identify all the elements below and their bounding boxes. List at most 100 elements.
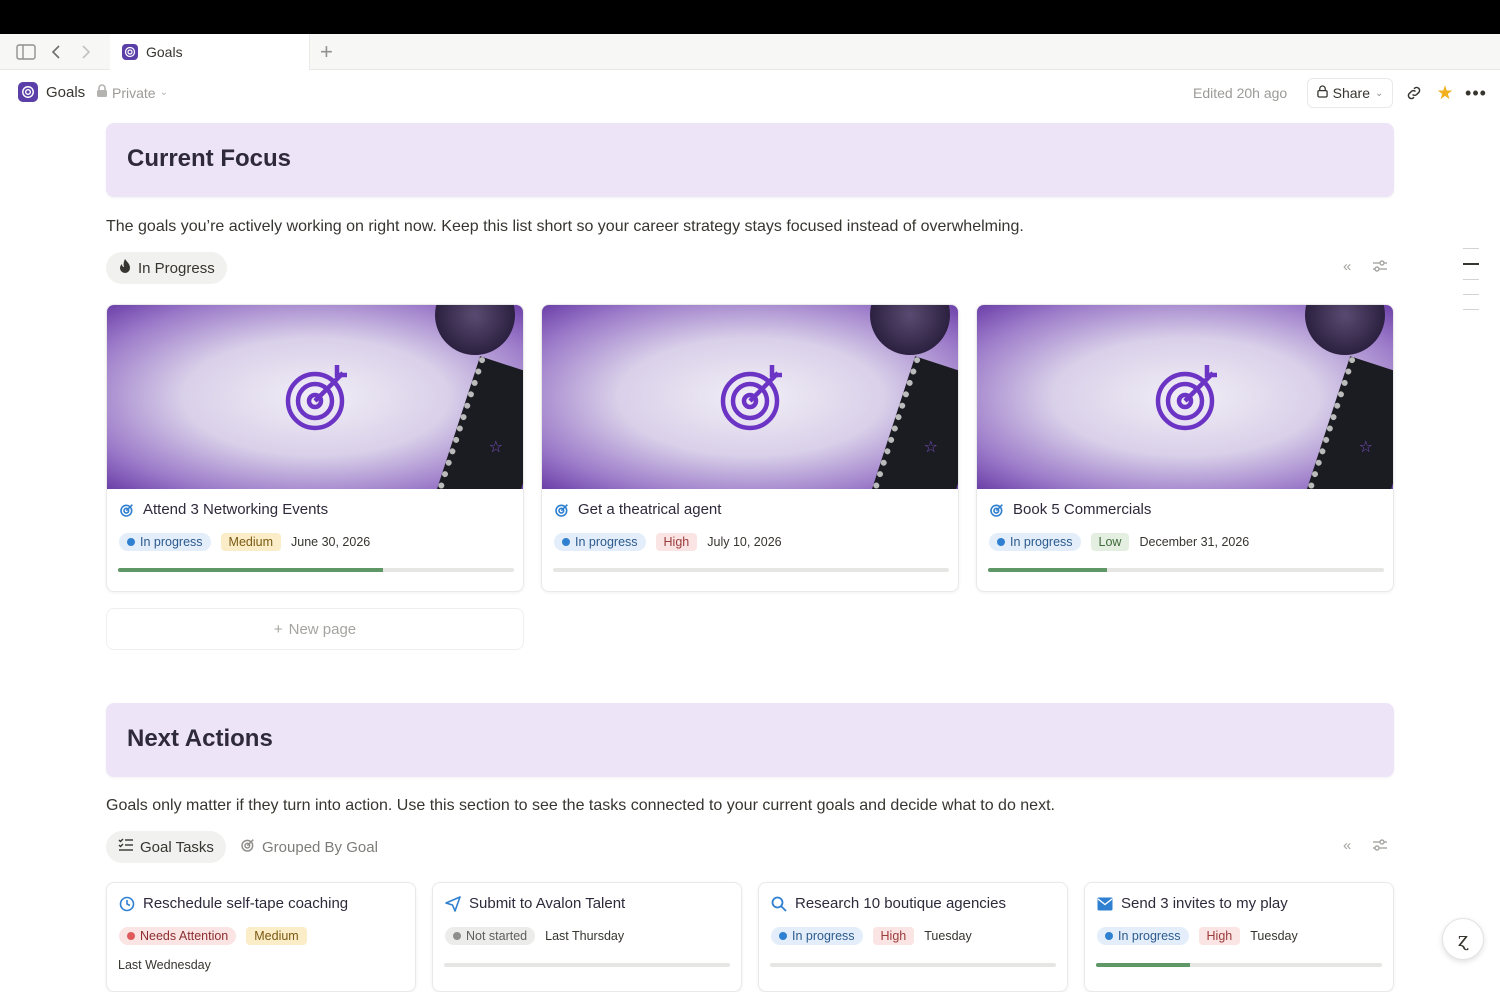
priority-badge: Medium bbox=[246, 927, 307, 945]
goals-app-icon bbox=[122, 44, 138, 60]
new-tab-button[interactable]: + bbox=[320, 41, 333, 63]
goal-title-text: Get a theatrical agent bbox=[578, 501, 722, 518]
view-tab-label: Goal Tasks bbox=[140, 838, 214, 856]
current-focus-banner: Current Focus bbox=[106, 123, 1394, 197]
status-badge: In progress bbox=[554, 533, 646, 551]
target-icon bbox=[285, 365, 347, 431]
priority-badge: High bbox=[872, 927, 915, 945]
goal-card[interactable]: ☆ Book 5 Commercials In progress Low Dec… bbox=[976, 304, 1394, 592]
target-icon bbox=[120, 503, 133, 517]
tab-title: Goals bbox=[146, 44, 183, 60]
forward-icon[interactable] bbox=[76, 42, 96, 62]
visibility-dropdown[interactable]: Private ⌄ bbox=[96, 84, 168, 101]
assistant-icon: ɀ bbox=[1457, 927, 1469, 951]
tab-strip: Goals + bbox=[0, 34, 1500, 70]
page-header: Goals Private ⌄ Edited 20h ago Share ⌄ ★… bbox=[0, 70, 1500, 116]
due-date: Tuesday bbox=[1250, 929, 1298, 943]
target-icon bbox=[555, 503, 568, 517]
next-actions-heading: Next Actions bbox=[127, 725, 273, 752]
goal-properties: In progress Medium June 30, 2026 bbox=[119, 533, 370, 551]
priority-badge: High bbox=[655, 533, 698, 551]
status-badge: In progress bbox=[119, 533, 211, 551]
favorite-star-icon[interactable]: ★ bbox=[1434, 82, 1456, 104]
task-properties: Not started Last Thursday bbox=[445, 927, 624, 945]
os-top-bar bbox=[0, 0, 1500, 34]
due-date: Last Wednesday bbox=[118, 958, 211, 972]
due-date: December 31, 2026 bbox=[1139, 535, 1250, 549]
checklist-icon bbox=[118, 838, 134, 856]
next-actions-banner: Next Actions bbox=[106, 703, 1394, 777]
task-properties: In progress High Tuesday bbox=[1097, 927, 1298, 945]
due-date: June 30, 2026 bbox=[291, 535, 371, 549]
tab-goals[interactable]: Goals bbox=[110, 34, 310, 70]
filter-settings-icon[interactable] bbox=[1372, 259, 1388, 277]
task-title: Submit to Avalon Talent bbox=[445, 895, 625, 912]
view-tab-in-progress[interactable]: In Progress bbox=[106, 252, 227, 284]
target-icon bbox=[1155, 365, 1217, 431]
send-icon bbox=[445, 895, 461, 912]
more-options-icon[interactable]: ••• bbox=[1465, 82, 1487, 104]
new-page-label: New page bbox=[288, 620, 357, 638]
goal-properties: In progress High July 10, 2026 bbox=[554, 533, 782, 551]
goal-title: Book 5 Commercials bbox=[989, 501, 1151, 518]
target-icon bbox=[240, 837, 256, 857]
progress-bar bbox=[118, 568, 514, 572]
goal-cover-image: ☆ bbox=[977, 305, 1393, 489]
goal-title-text: Book 5 Commercials bbox=[1013, 501, 1152, 518]
task-properties: In progress High Tuesday bbox=[771, 927, 972, 945]
due-date: Tuesday bbox=[924, 929, 972, 943]
page-outline-navigator[interactable] bbox=[1463, 248, 1479, 324]
current-focus-description: The goals you’re actively working on rig… bbox=[106, 218, 1024, 235]
lock-icon bbox=[1316, 85, 1328, 101]
progress-bar bbox=[988, 568, 1384, 572]
view-tab-goal-tasks[interactable]: Goal Tasks bbox=[106, 831, 226, 863]
collapse-icon[interactable]: « bbox=[1343, 837, 1351, 854]
task-title-text: Research 10 boutique agencies bbox=[795, 895, 1006, 912]
goals-target-icon bbox=[18, 82, 38, 102]
magnifier-icon bbox=[771, 896, 787, 912]
chevron-down-icon: ⌄ bbox=[159, 87, 168, 98]
goal-card[interactable]: ☆ Attend 3 Networking Events In progress… bbox=[106, 304, 524, 592]
back-icon[interactable] bbox=[46, 42, 66, 62]
status-badge: In progress bbox=[771, 927, 863, 945]
mail-icon bbox=[1097, 897, 1113, 910]
task-title-text: Submit to Avalon Talent bbox=[469, 895, 626, 912]
target-icon bbox=[720, 365, 782, 431]
task-title-text: Reschedule self-tape coaching bbox=[143, 895, 349, 912]
edited-timestamp: Edited 20h ago bbox=[1193, 85, 1288, 101]
share-button[interactable]: Share ⌄ bbox=[1307, 78, 1393, 108]
task-title-text: Send 3 invites to my play bbox=[1121, 895, 1288, 912]
goal-card[interactable]: ☆ Get a theatrical agent In progress Hig… bbox=[541, 304, 959, 592]
clock-icon bbox=[119, 896, 135, 911]
task-title: Research 10 boutique agencies bbox=[771, 895, 1006, 912]
sidebar-toggle-icon[interactable] bbox=[16, 42, 36, 62]
breadcrumb[interactable]: Goals bbox=[18, 82, 85, 102]
new-page-button[interactable]: + New page bbox=[106, 608, 524, 650]
task-properties: Needs Attention Medium bbox=[119, 927, 307, 945]
goal-cover-image: ☆ bbox=[107, 305, 523, 489]
progress-bar bbox=[1096, 963, 1382, 967]
progress-bar bbox=[553, 568, 949, 572]
status-badge: In progress bbox=[989, 533, 1081, 551]
due-date: Last Thursday bbox=[545, 929, 625, 943]
goal-title: Get a theatrical agent bbox=[554, 501, 721, 518]
view-tab-grouped-by-goal[interactable]: Grouped By Goal bbox=[228, 831, 390, 863]
priority-badge: Medium bbox=[220, 533, 281, 551]
target-icon bbox=[990, 503, 1003, 517]
goal-title-text: Attend 3 Networking Events bbox=[143, 501, 329, 518]
view-tab-label: In Progress bbox=[138, 259, 215, 277]
status-badge: Not started bbox=[445, 927, 536, 945]
goal-properties: In progress Low December 31, 2026 bbox=[989, 533, 1249, 551]
priority-badge: High bbox=[1198, 927, 1241, 945]
due-date: July 10, 2026 bbox=[707, 535, 782, 549]
help-assistant-button[interactable]: ɀ bbox=[1442, 918, 1484, 960]
filter-settings-icon[interactable] bbox=[1372, 838, 1388, 856]
lock-icon bbox=[96, 84, 108, 101]
collapse-icon[interactable]: « bbox=[1343, 258, 1351, 275]
link-icon[interactable] bbox=[1403, 82, 1425, 104]
flame-icon bbox=[118, 258, 132, 278]
task-title: Send 3 invites to my play bbox=[1097, 895, 1288, 912]
progress-bar bbox=[444, 963, 730, 967]
priority-badge: Low bbox=[1090, 533, 1130, 551]
chevron-down-icon: ⌄ bbox=[1374, 87, 1384, 99]
